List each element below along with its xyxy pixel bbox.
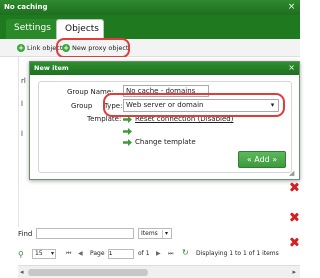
- find-field-value: Items: [141, 230, 158, 237]
- refresh-icon[interactable]: ↻: [182, 248, 189, 257]
- objects-toolbar: + Link object + New proxy object: [0, 39, 300, 57]
- next-page-icon[interactable]: ▶: [156, 250, 161, 257]
- new-item-form: Group Name: No cache - domains Group Typ…: [38, 81, 292, 173]
- list-item: rl: [21, 77, 26, 85]
- page-number-input[interactable]: [108, 249, 134, 259]
- search-icon[interactable]: ⚲: [18, 250, 24, 259]
- prev-page-icon[interactable]: ◀: [78, 250, 83, 257]
- page-label: Page: [90, 250, 105, 257]
- scroll-left-icon[interactable]: ◂: [20, 268, 24, 276]
- page-count: of 1: [138, 250, 150, 257]
- new-item-title: New item: [34, 64, 69, 72]
- scroll-right-icon[interactable]: ▸: [292, 268, 296, 276]
- new-item-dialog: New item × Group Name: No cache - domain…: [29, 61, 300, 180]
- resize-grip-icon[interactable]: ◢: [289, 169, 297, 177]
- pager-status: Displaying 1 to 1 of 1 items: [196, 250, 279, 257]
- last-page-icon[interactable]: ⏭: [168, 250, 173, 258]
- page-size-select[interactable]: 15 ▾: [32, 249, 56, 259]
- change-template-link[interactable]: Change template: [123, 138, 196, 146]
- arrow-right-icon: [123, 138, 132, 146]
- tab-bar: Settings Objects: [0, 15, 300, 39]
- highlight-annotation: [56, 38, 130, 58]
- dialog-title: No caching: [4, 3, 48, 11]
- horizontal-scrollbar[interactable]: ◂ ▸: [18, 265, 300, 278]
- chevron-down-icon: ▾: [50, 250, 54, 257]
- find-field-select[interactable]: Items ▾: [138, 228, 172, 239]
- delete-icon[interactable]: [290, 213, 298, 221]
- group-label: Group: [71, 102, 93, 110]
- dialog-titlebar[interactable]: No caching ×: [0, 0, 300, 15]
- pager: ⚲ 15 ▾ ⏮ ◀ Page of 1 ▶ ⏭ ↻ Displaying 1 t…: [16, 248, 300, 262]
- change-template-label: Change template: [135, 138, 196, 146]
- chevron-down-icon: ▾: [162, 230, 170, 238]
- close-icon[interactable]: ×: [288, 63, 295, 72]
- highlight-annotation: [103, 93, 285, 117]
- arrow-right-icon: [123, 127, 132, 135]
- new-item-titlebar[interactable]: New item ×: [30, 62, 299, 75]
- plus-circle-icon: +: [17, 44, 25, 52]
- add-button[interactable]: « Add »: [238, 151, 286, 168]
- delete-icon[interactable]: [290, 183, 298, 191]
- tab-objects[interactable]: Objects: [56, 19, 104, 39]
- page-size-value: 15: [35, 250, 43, 257]
- find-bar: Find Items ▾: [18, 227, 300, 241]
- arrow-action[interactable]: [123, 127, 135, 135]
- find-label: Find: [18, 230, 33, 238]
- close-icon[interactable]: ×: [286, 2, 297, 13]
- scroll-thumb[interactable]: [28, 269, 148, 276]
- find-input[interactable]: [36, 228, 134, 239]
- tab-settings[interactable]: Settings: [6, 19, 59, 39]
- list-item: l: [21, 100, 23, 108]
- first-page-icon[interactable]: ⏮: [66, 250, 71, 258]
- list-item: l: [21, 130, 23, 138]
